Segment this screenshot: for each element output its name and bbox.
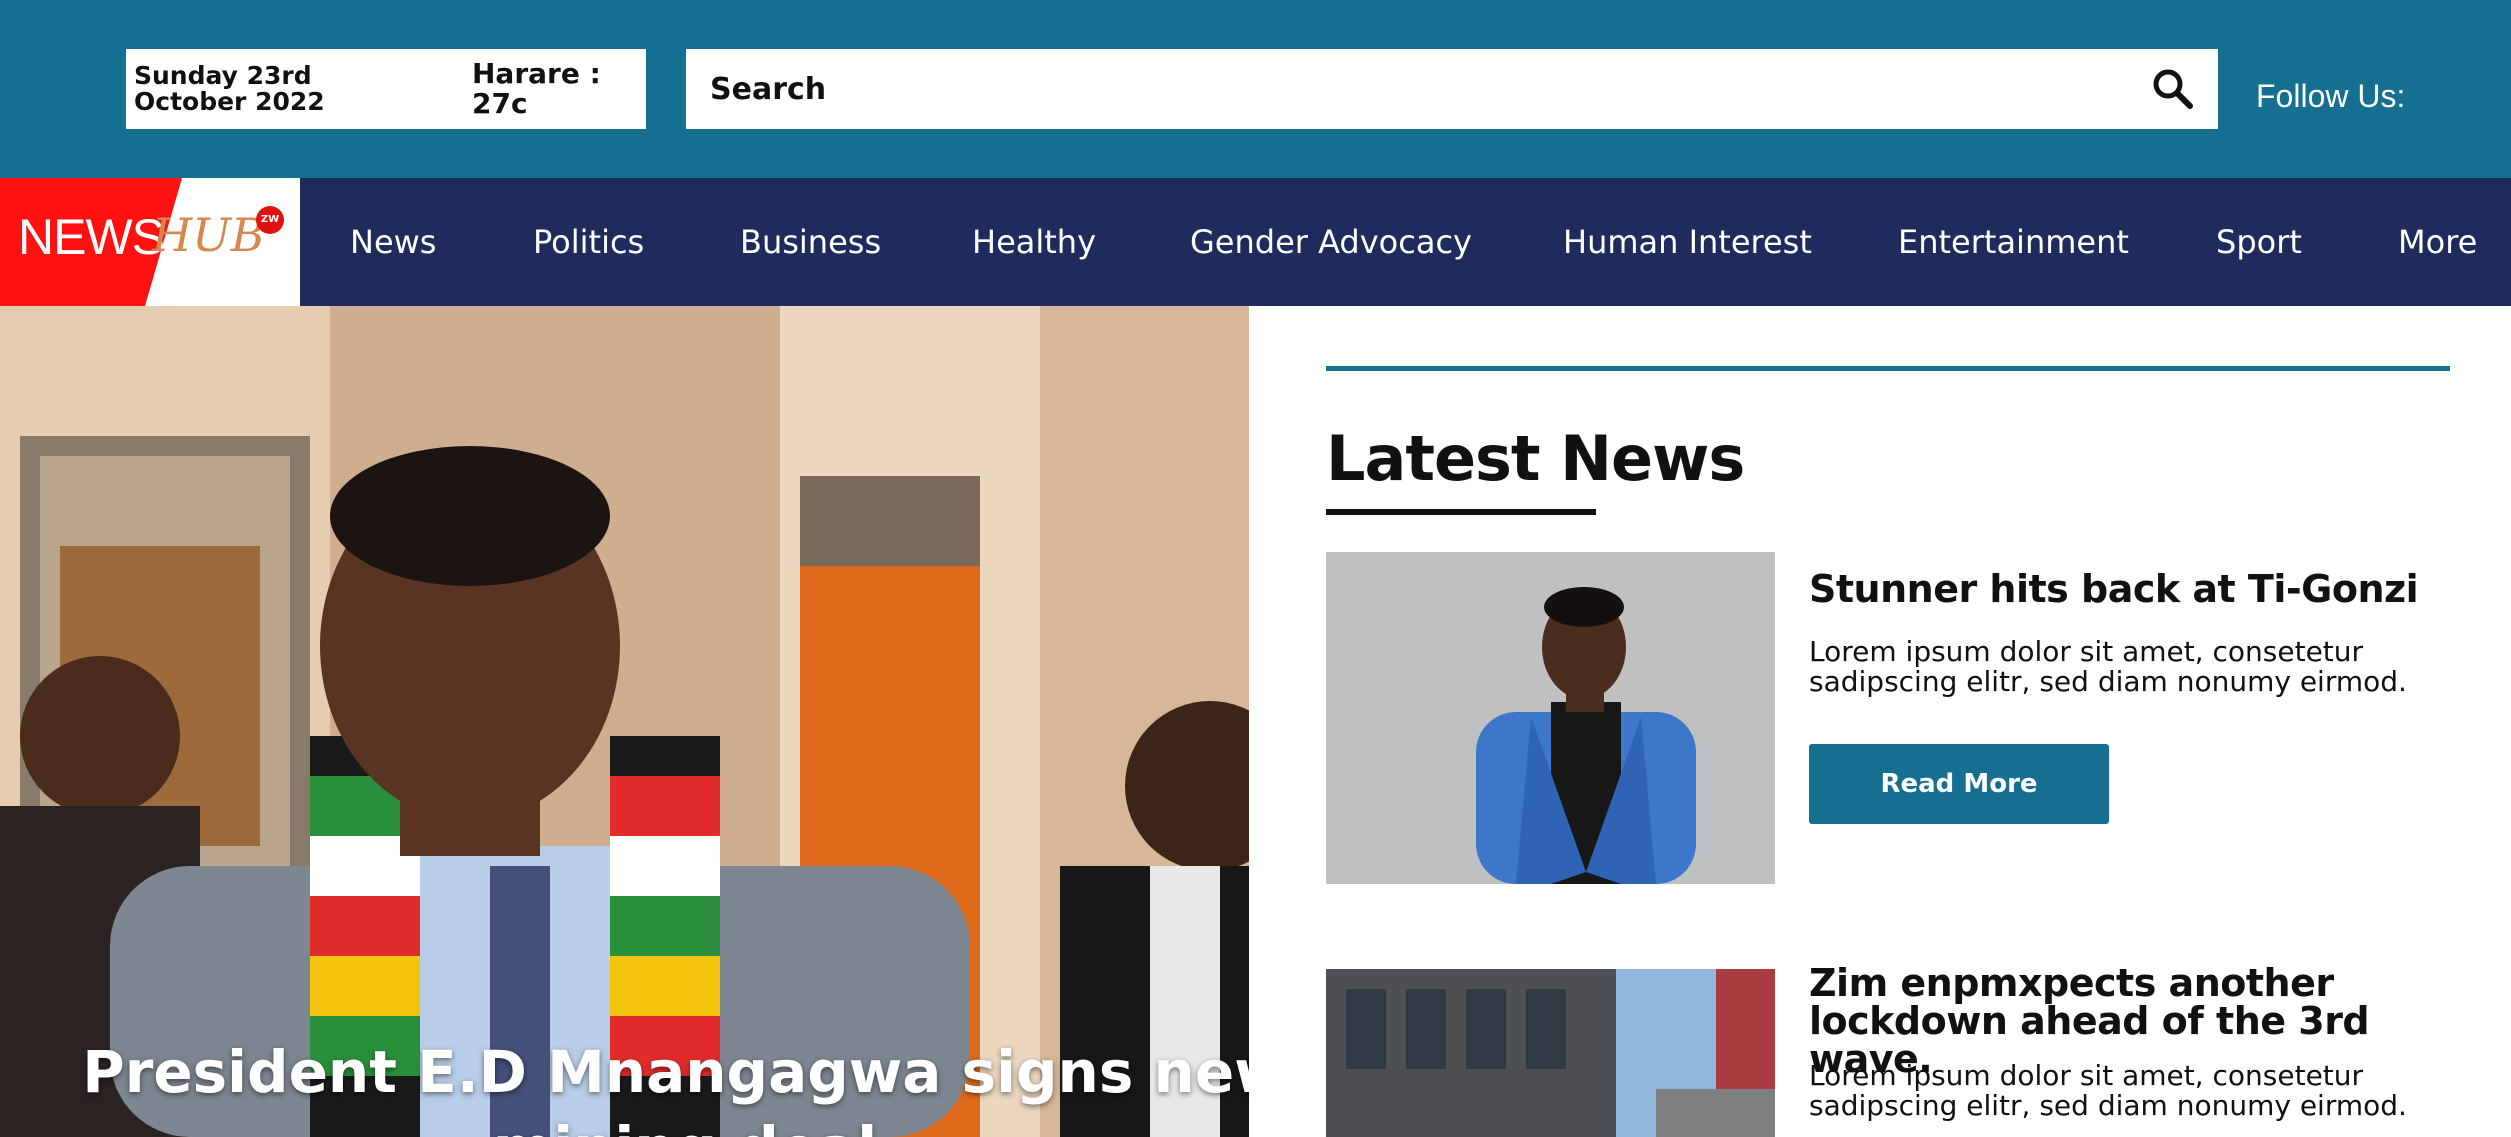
article-excerpt: Lorem ipsum dolor sit amet, consetetur s… (1809, 635, 2407, 698)
nav-item-human-interest[interactable]: Human Interest (1563, 178, 1812, 306)
search-icon[interactable] (2150, 66, 2196, 112)
date-weather-box: Sunday 23rd October 2022 Harare : 27c (126, 49, 646, 129)
nav-item-healthy[interactable]: Healthy (972, 178, 1096, 306)
section-divider (1326, 366, 2450, 371)
hero-photo (0, 306, 1249, 1137)
site-logo[interactable]: NEWS HUB ZW (0, 178, 300, 306)
nav-item-politics[interactable]: Politics (533, 178, 644, 306)
nav-item-more[interactable]: More (2398, 178, 2477, 306)
logo-hub-text: HUB (152, 208, 265, 262)
article-title[interactable]: Stunner hits back at Ti-Gonzi (1809, 570, 2469, 608)
nav-item-sport[interactable]: Sport (2216, 178, 2302, 306)
current-date: Sunday 23rd October 2022 (134, 61, 325, 116)
hero-title[interactable]: President E.D Mnangagwa signs new mining… (40, 1034, 1249, 1137)
search-bar (686, 49, 2218, 129)
heading-underline (1326, 509, 1596, 515)
nav-item-gender-advocacy[interactable]: Gender Advocacy (1190, 178, 1472, 306)
weather-readout: Harare : 27c (472, 57, 601, 120)
search-input[interactable] (686, 49, 2136, 129)
follow-us-label: Follow Us: (2256, 78, 2406, 114)
article-excerpt: Lorem ipsum dolor sit amet, consetetur s… (1809, 1059, 2407, 1122)
hero-story[interactable]: President E.D Mnangagwa signs new mining… (0, 306, 1249, 1137)
logo-news-text: NEWS (18, 209, 165, 265)
article-thumbnail[interactable] (1326, 969, 1775, 1137)
nav-item-business[interactable]: Business (740, 178, 881, 306)
logo-badge: ZW (256, 206, 284, 234)
nav-item-news[interactable]: News (350, 178, 436, 306)
main-nav: NEWS HUB ZW News Politics Business Healt… (0, 178, 2511, 306)
latest-news-heading: Latest News (1326, 422, 1745, 495)
article-photo (1326, 552, 1775, 884)
top-header-bar: Sunday 23rd October 2022 Harare : 27c Fo… (0, 0, 2511, 178)
article-photo (1326, 969, 1775, 1137)
nav-item-entertainment[interactable]: Entertainment (1898, 178, 2129, 306)
article-thumbnail[interactable] (1326, 552, 1775, 884)
read-more-button[interactable]: Read More (1809, 744, 2109, 824)
